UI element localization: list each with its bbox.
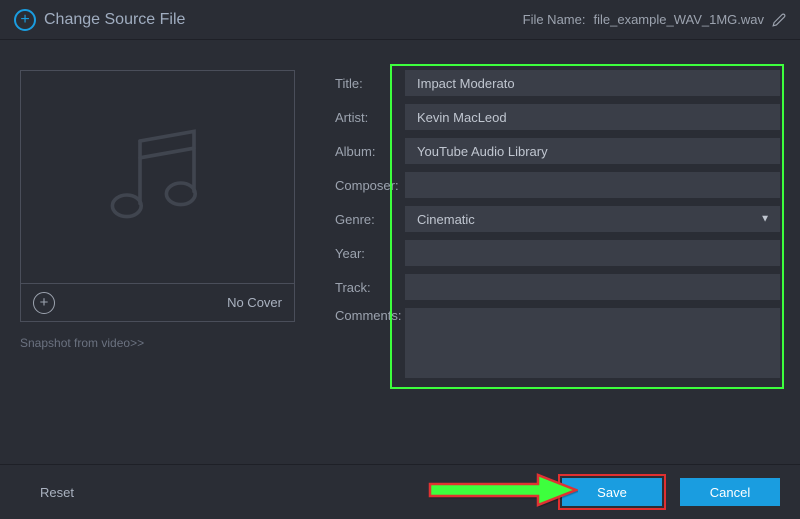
comments-row: Comments: [335,308,780,378]
edit-icon[interactable] [772,13,786,27]
title-input[interactable] [405,70,780,96]
filename-label: File Name: [523,12,586,27]
artist-row: Artist: [335,104,780,130]
year-input[interactable] [405,240,780,266]
composer-row: Composer: [335,172,780,198]
cover-placeholder [21,71,294,283]
album-input[interactable] [405,138,780,164]
artist-label: Artist: [335,110,405,125]
genre-row: Genre: ▼ [335,206,780,232]
filename-section: File Name: file_example_WAV_1MG.wav [523,12,786,27]
header-bar: + Change Source File File Name: file_exa… [0,0,800,40]
title-row: Title: [335,70,780,96]
add-cover-button[interactable]: + [33,292,55,314]
plus-circle-icon: + [14,9,36,31]
left-panel: + No Cover Snapshot from video>> [20,70,295,386]
right-buttons: Save Cancel [562,478,780,506]
filename-value: file_example_WAV_1MG.wav [593,12,764,27]
year-row: Year: [335,240,780,266]
save-button[interactable]: Save [562,478,662,506]
cover-art-box: + No Cover [20,70,295,322]
content-area: + No Cover Snapshot from video>> Title: … [0,40,800,396]
music-note-icon [98,117,218,237]
genre-select[interactable] [405,206,780,232]
bottom-bar: Reset Save Cancel [0,464,800,519]
cancel-button[interactable]: Cancel [680,478,780,506]
reset-button[interactable]: Reset [20,477,94,508]
save-button-wrapper: Save [562,478,662,506]
comments-input[interactable] [405,308,780,378]
album-row: Album: [335,138,780,164]
comments-label: Comments: [335,308,405,323]
track-row: Track: [335,274,780,300]
change-source-button[interactable]: + Change Source File [14,9,185,31]
metadata-form: Title: Artist: Album: Composer: Genre: ▼… [335,70,780,386]
track-input[interactable] [405,274,780,300]
album-label: Album: [335,144,405,159]
genre-label: Genre: [335,212,405,227]
track-label: Track: [335,280,405,295]
composer-label: Composer: [335,178,405,193]
snapshot-from-video-link[interactable]: Snapshot from video>> [20,336,295,350]
cover-footer: + No Cover [21,283,294,321]
artist-input[interactable] [405,104,780,130]
year-label: Year: [335,246,405,261]
title-label: Title: [335,76,405,91]
composer-input[interactable] [405,172,780,198]
change-source-label: Change Source File [44,11,185,29]
no-cover-label: No Cover [227,295,282,310]
genre-select-wrapper[interactable]: ▼ [405,206,780,232]
